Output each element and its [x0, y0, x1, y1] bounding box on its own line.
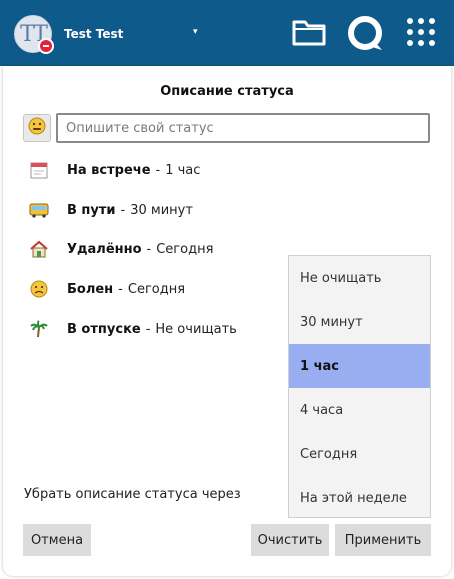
sick-face-icon: [28, 279, 50, 299]
preset-separator: -: [146, 241, 152, 257]
preset-label: На встрече: [67, 162, 151, 178]
apply-button[interactable]: Применить: [335, 524, 431, 556]
clear-after-label: Убрать описание статуса через: [24, 487, 241, 502]
palm-tree-icon: [28, 319, 50, 339]
preset-label: Удалённо: [67, 241, 142, 257]
preset-remote[interactable]: Удалённо - Сегодня: [28, 238, 213, 260]
dropdown-option-this-week[interactable]: На этой неделе: [289, 476, 430, 520]
caret-down-icon[interactable]: ▾: [193, 27, 198, 37]
cancel-button[interactable]: Отмена: [23, 524, 91, 556]
user-name[interactable]: Test Test: [64, 27, 123, 41]
clear-after-dropdown[interactable]: Не очищать 30 минут 1 час 4 часа Сегодня…: [288, 255, 431, 518]
preset-commuting[interactable]: В пути - 30 минут: [28, 199, 193, 221]
emoji-picker-button[interactable]: [23, 114, 51, 142]
preset-meeting[interactable]: На встрече - 1 час: [28, 159, 200, 181]
preset-separator: -: [120, 202, 126, 218]
apps-grid-icon[interactable]: [406, 17, 436, 51]
status-message-input[interactable]: [56, 113, 430, 143]
dropdown-option-today[interactable]: Сегодня: [289, 432, 430, 476]
preset-duration: Не очищать: [155, 321, 237, 337]
preset-duration: 30 минут: [130, 202, 193, 218]
talk-icon[interactable]: [346, 14, 386, 56]
dropdown-option-30-min[interactable]: 30 минут: [289, 300, 430, 344]
preset-duration: Сегодня: [156, 241, 214, 257]
dropdown-option-4-hours[interactable]: 4 часа: [289, 388, 430, 432]
preset-label: Болен: [67, 281, 114, 297]
preset-label: В пути: [67, 202, 116, 218]
dropdown-option-dont-clear[interactable]: Не очищать: [289, 256, 430, 300]
dialog-title: Описание статуса: [160, 84, 294, 99]
house-icon: [28, 239, 50, 259]
preset-duration: Сегодня: [127, 281, 186, 297]
smiley-icon: [28, 117, 46, 139]
preset-separator: -: [155, 162, 161, 178]
bus-icon: [28, 200, 50, 220]
preset-separator: -: [118, 281, 123, 297]
top-bar: TT Test Test ▾: [0, 0, 454, 66]
preset-sick[interactable]: Болен - Сегодня: [28, 278, 185, 300]
preset-duration: 1 час: [165, 162, 201, 178]
dropdown-option-1-hour[interactable]: 1 час: [289, 344, 430, 388]
do-not-disturb-status-icon: [38, 38, 54, 54]
clear-status-button[interactable]: Очистить: [251, 524, 329, 556]
calendar-icon: [28, 160, 50, 180]
preset-label: В отпуске: [67, 321, 141, 337]
preset-vacation[interactable]: В отпуске - Не очищать: [28, 318, 237, 340]
preset-separator: -: [145, 321, 151, 337]
folder-icon[interactable]: [292, 17, 326, 51]
